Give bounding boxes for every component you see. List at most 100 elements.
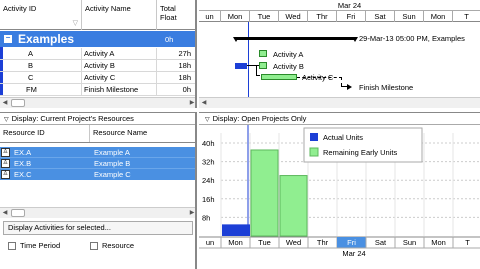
y-tick-label: 32h [202,158,215,167]
x-tick-label: Mon [431,238,446,247]
activity-b-label: Activity B [273,62,304,71]
col-activity-id[interactable]: Activity ID ▽ [0,0,82,30]
collapse-icon[interactable]: − [4,34,12,43]
activity-b-actual-bar[interactable] [235,63,247,69]
milestone-label: Finish Milestone [359,83,414,92]
time-period-label: Time Period [20,241,61,250]
resource-row[interactable]: ♙ EX.B Example B [0,158,195,169]
activity-float: 18h [178,61,191,70]
legend-label: Remaining Early Units [323,148,397,157]
scroll-thumb[interactable] [11,99,25,107]
resource-label: Resource [102,241,135,250]
day-label: Mon [221,11,250,22]
resource-display-label: Display: Current Project's Resources [11,114,134,123]
filter-icon[interactable]: ▽ [73,19,78,27]
histogram-chart: 40h 32h 24h 16h 8h Actual Units Remaining Earl… [199,125,480,258]
x-tick-label: T [465,238,470,247]
scroll-right-icon[interactable]: ▶ [187,98,195,108]
time-period-checkbox[interactable]: Time Period [8,241,60,250]
table-row[interactable]: A Activity A 27h [0,48,195,60]
day-label: Fri [337,11,366,22]
activity-c-bar[interactable] [261,74,297,80]
resource-id: EX.C [14,170,32,179]
resource-row[interactable]: ♙ EX.C Example C [0,169,195,180]
scroll-right-icon[interactable]: ▶ [187,208,195,218]
summary-bar[interactable] [235,37,355,40]
summary-start-icon [233,37,239,42]
resource-id: EX.A [14,147,32,157]
activity-a-label: Activity A [273,50,304,59]
scroll-left-icon[interactable]: ◀ [0,98,10,108]
resource-scrollbar[interactable]: ◀ ▶ [0,207,195,218]
link-line [256,66,260,76]
y-tick-label: 40h [202,139,215,148]
group-row-examples[interactable]: − Examples 0h [0,31,195,47]
activity-id: C [0,72,82,84]
x-tick-label: Mon [228,238,243,247]
bar-remaining-early-units [279,175,308,237]
y-tick-label: 16h [202,195,215,204]
day-label: Sun [395,11,424,22]
x-tick-label: Thr [317,238,329,247]
resource-histogram: ▽ Display: Open Projects Only 40h 32h 24h 16… [199,112,480,269]
activity-table-header: Activity ID ▽ Activity Name Total Float [0,0,195,30]
legend-label: Actual Units [323,133,363,142]
chevron-down-icon[interactable]: ▽ [4,117,9,123]
activity-name: Finish Milestone [82,84,157,96]
day-label: Tue [250,11,279,22]
col-total-float[interactable]: Total Float [157,0,195,30]
gantt-chart: Mar 24 un Mon Tue Wed Thr Fri Sat Sun Mo… [199,0,480,108]
gantt-days: un Mon Tue Wed Thr Fri Sat Sun Mon T [199,11,480,22]
activity-float: 0h [182,85,191,94]
resource-name: Example B [94,158,131,168]
activity-float: 18h [178,73,191,82]
checkbox-icon[interactable] [90,241,98,250]
activity-float: 27h [178,49,191,58]
activity-a-bar[interactable] [259,50,267,57]
resource-checkbox[interactable]: Resource [90,241,134,250]
x-tick-label: un [206,238,214,247]
gantt-scrollbar[interactable]: ◀ [199,97,480,108]
scroll-thumb[interactable] [11,209,25,217]
activity-b-bar[interactable] [259,62,267,69]
day-label: T [464,12,469,21]
chevron-down-icon[interactable]: ▽ [205,117,210,123]
bar-remaining-early-units [250,149,279,237]
resource-icon: ♙ [1,170,10,179]
resource-icon: ♙ [1,158,10,168]
table-row[interactable]: C Activity C 18h [0,72,195,84]
day-label: un [199,11,221,22]
x-tick-label: Sun [403,238,416,247]
legend-swatch-remaining [309,147,319,157]
resource-row[interactable]: ♙ EX.A Example A [0,147,195,158]
month-label: Mar 24 [342,249,365,258]
table-row[interactable]: FM Finish Milestone 0h [0,84,195,96]
summary-end-icon [352,37,358,42]
x-tick-label: Wed [286,238,301,247]
histogram-display-label: Display: Open Projects Only [212,114,307,123]
scroll-left-icon[interactable]: ◀ [0,208,10,218]
day-label: Sat [366,11,395,22]
resource-display-filter[interactable]: ▽ Display: Current Project's Resources [0,113,195,125]
activity-name: Activity C [82,72,157,84]
table-row[interactable]: B Activity B 18h [0,60,195,72]
activity-name: Activity B [82,60,157,72]
activity-id: FM [0,84,82,96]
checkbox-icon[interactable] [8,241,16,250]
col-resource-id[interactable]: Resource ID [0,125,90,142]
histogram-display-filter[interactable]: ▽ Display: Open Projects Only [199,113,480,125]
scroll-left-icon[interactable]: ◀ [199,98,209,108]
link-line-dashed [297,77,342,86]
activity-table-scrollbar[interactable]: ◀ ▶ [0,97,195,108]
col-activity-name[interactable]: Activity Name [82,0,157,30]
y-tick-label: 24h [202,176,215,185]
resource-panel: ▽ Display: Current Project's Resources Re… [0,112,197,269]
y-tick-label: 8h [202,213,210,222]
x-tick-label: Tue [258,238,271,247]
activity-id: A [0,48,82,60]
activity-table: Activity ID ▽ Activity Name Total Float −… [0,0,197,108]
col-resource-name[interactable]: Resource Name [90,125,195,142]
milestone-icon[interactable] [347,84,352,90]
display-activities-button[interactable]: Display Activities for selected... [3,221,193,235]
resource-name: Example A [94,147,130,157]
